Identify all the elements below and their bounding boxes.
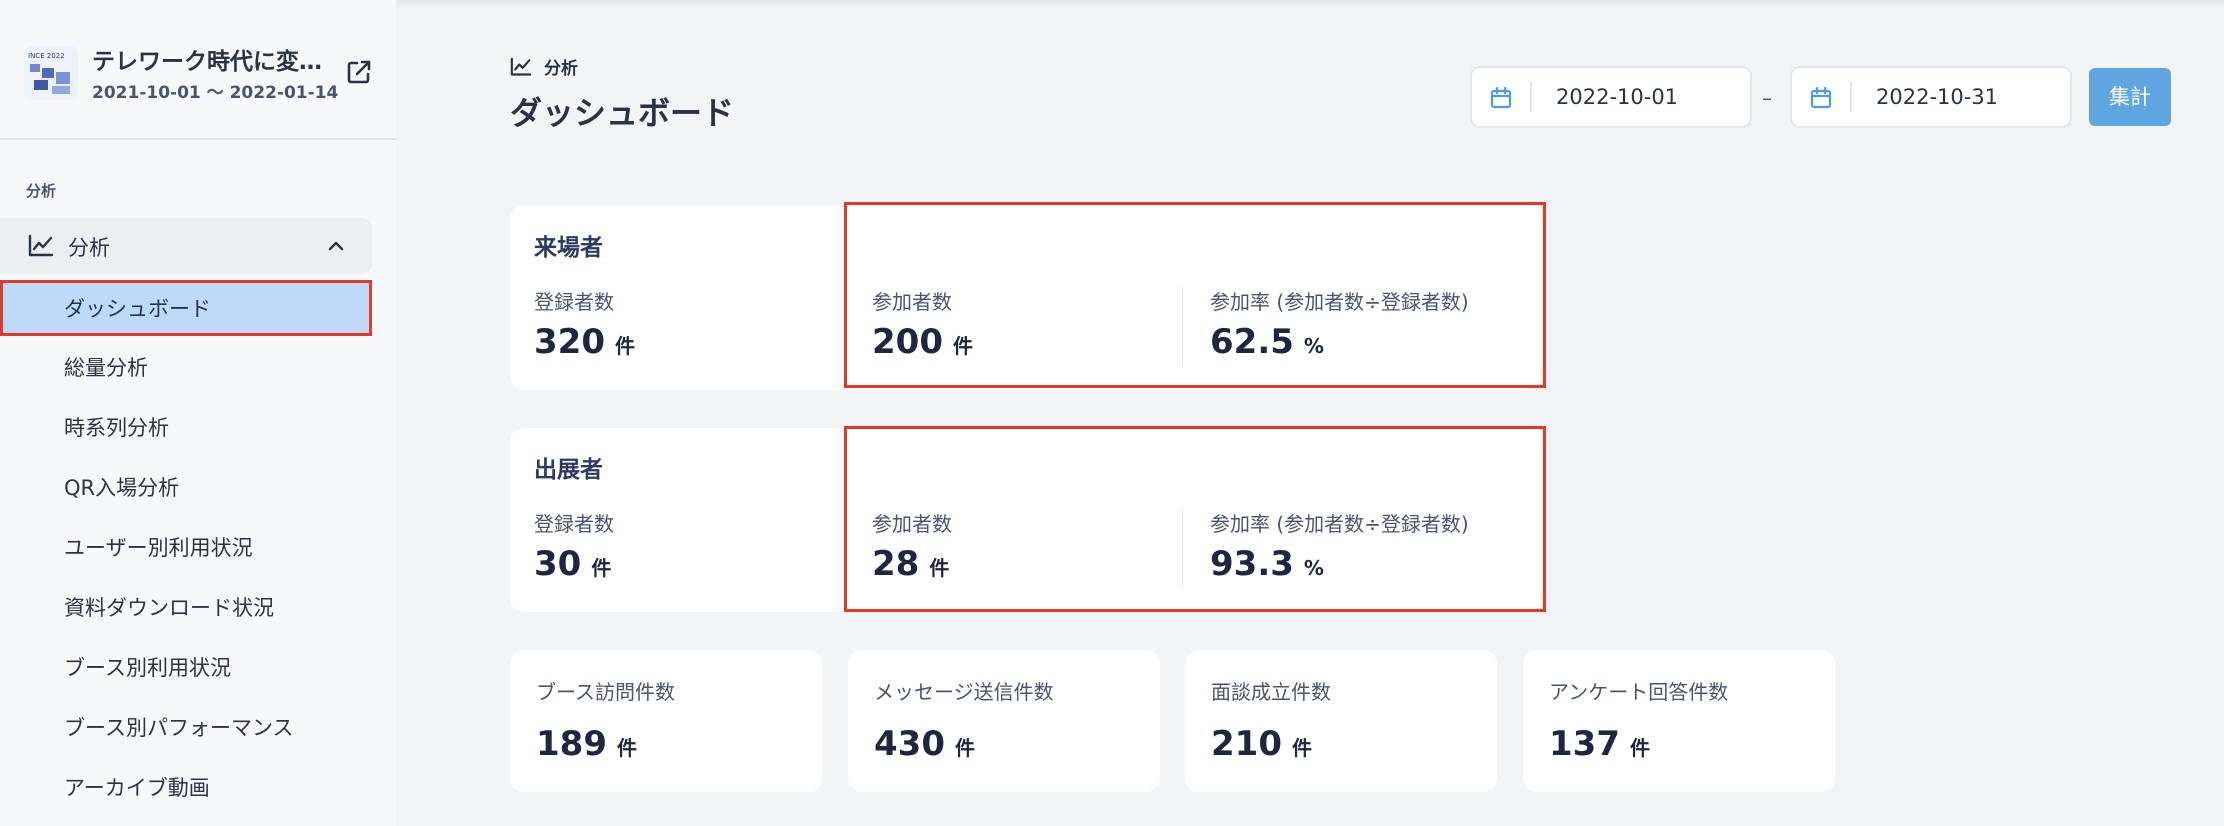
end-date-value: 2022-10-31	[1876, 85, 1999, 109]
visitors-registered-label: 登録者数	[534, 290, 614, 314]
exhibitors-card: 出展者 登録者数 30 件 参加者数 28 件 参加率 (参加者数÷登録者数) 93…	[510, 428, 1544, 612]
sidebar-nav: ダッシュボード 総量分析 時系列分析 QR入場分析 ユーザー別利用状況 資料ダウ…	[0, 278, 372, 818]
event-title: テレワーク時代に変…	[92, 49, 322, 75]
calendar-icon	[1810, 86, 1832, 109]
sidebar-item-timeseries-analysis[interactable]: 時系列分析	[0, 398, 372, 458]
metric-divider	[1182, 286, 1183, 366]
exhibitors-participants-label: 参加者数	[872, 512, 952, 536]
stat-card-messages-sent: メッセージ送信件数 430 件	[848, 650, 1160, 792]
event-header: INCE 2022 テレワーク時代に変… 2021-10-01 ～ 2022-0…	[0, 0, 396, 140]
stat-card-survey-responses: アンケート回答件数 137 件	[1523, 650, 1835, 792]
event-logo: INCE 2022	[24, 46, 78, 100]
stat-label: 面談成立件数	[1211, 680, 1331, 704]
sidebar-item-booth-usage[interactable]: ブース別利用状況	[0, 638, 372, 698]
breadcrumb: 分析	[510, 54, 578, 79]
visitors-participants-value: 200 件	[872, 322, 973, 362]
stat-label: メッセージ送信件数	[874, 680, 1054, 704]
exhibitors-rate-value: 93.3%	[1210, 544, 1324, 584]
sidebar-item-document-downloads[interactable]: 資料ダウンロード状況	[0, 578, 372, 638]
sidebar-item-archive-videos[interactable]: アーカイブ動画	[0, 758, 372, 818]
visitors-registered-value: 320 件	[534, 322, 635, 362]
stat-value: 137 件	[1549, 724, 1650, 764]
stat-card-booth-visits: ブース訪問件数 189 件	[510, 650, 822, 792]
visitors-card: 来場者 登録者数 320 件 参加者数 200 件 参加率 (参加者数÷登録者数) …	[510, 206, 1544, 390]
end-date-field[interactable]: 2022-10-31	[1790, 66, 2072, 128]
exhibitors-title: 出展者	[534, 457, 603, 483]
aggregate-button[interactable]: 集計	[2089, 68, 2171, 126]
visitors-rate-label: 参加率 (参加者数÷登録者数)	[1210, 290, 1469, 314]
sidebar-group-label: 分析	[68, 236, 110, 260]
chevron-up-icon	[326, 236, 346, 256]
external-link-icon[interactable]	[345, 58, 373, 86]
event-dates: 2021-10-01 ～ 2022-01-14	[92, 83, 339, 103]
svg-text:INCE 2022: INCE 2022	[28, 52, 65, 60]
sidebar-item-dashboard[interactable]: ダッシュボード	[0, 280, 372, 336]
app: INCE 2022 テレワーク時代に変… 2021-10-01 ～ 2022-0…	[0, 0, 2224, 826]
sidebar-item-total-analysis[interactable]: 総量分析	[0, 338, 372, 398]
trending-chart-icon	[28, 234, 54, 258]
sidebar-item-qr-entry-analysis[interactable]: QR入場分析	[0, 458, 372, 518]
breadcrumb-label: 分析	[544, 59, 578, 79]
calendar-icon	[1490, 86, 1512, 109]
visitors-participants-label: 参加者数	[872, 290, 952, 314]
topbar-shadow	[396, 0, 2224, 8]
stat-value: 189 件	[536, 724, 637, 764]
trending-chart-icon	[510, 57, 532, 77]
stat-card-meetings: 面談成立件数 210 件	[1185, 650, 1497, 792]
sidebar-item-booth-performance[interactable]: ブース別パフォーマンス	[0, 698, 372, 758]
date-field-divider	[1530, 82, 1532, 112]
date-range-dash: –	[1762, 86, 1772, 110]
sidebar: INCE 2022 テレワーク時代に変… 2021-10-01 ～ 2022-0…	[0, 0, 396, 826]
start-date-field[interactable]: 2022-10-01	[1470, 66, 1752, 128]
visitors-title: 来場者	[534, 235, 603, 261]
page-title: ダッシュボード	[510, 94, 735, 132]
start-date-value: 2022-10-01	[1556, 85, 1679, 109]
exhibitors-registered-value: 30 件	[534, 544, 612, 584]
exhibitors-participants-value: 28 件	[872, 544, 950, 584]
sidebar-section-label: 分析	[26, 182, 57, 200]
metric-divider	[1182, 508, 1183, 588]
stat-value: 210 件	[1211, 724, 1312, 764]
exhibitors-rate-label: 参加率 (参加者数÷登録者数)	[1210, 512, 1469, 536]
sidebar-item-user-usage[interactable]: ユーザー別利用状況	[0, 518, 372, 578]
sidebar-group-analysis[interactable]: 分析	[0, 218, 372, 274]
date-field-divider	[1850, 82, 1852, 112]
exhibitors-registered-label: 登録者数	[534, 512, 614, 536]
stat-label: ブース訪問件数	[536, 680, 675, 704]
visitors-rate-value: 62.5%	[1210, 322, 1324, 362]
stat-label: アンケート回答件数	[1549, 680, 1729, 704]
stat-value: 430 件	[874, 724, 975, 764]
